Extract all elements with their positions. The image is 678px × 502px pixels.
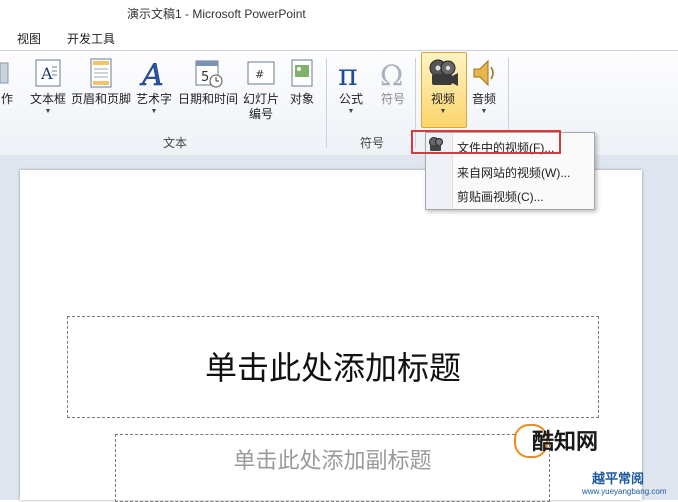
partial-icon — [0, 57, 10, 89]
date-time-icon: 5 — [192, 57, 224, 89]
ribbon-tabs: 视图 开发工具 — [0, 24, 678, 50]
partial-tool[interactable]: 作 — [0, 54, 14, 140]
video-icon — [427, 57, 459, 89]
object-icon — [286, 57, 318, 89]
textbox-label: 文本框 — [29, 92, 66, 106]
slide-number-icon: # — [245, 57, 277, 89]
svg-text:π: π — [338, 58, 358, 89]
chevron-down-icon: ▼ — [347, 108, 355, 115]
textbox-button[interactable]: A 文本框 ▼ — [28, 54, 68, 140]
date-time-button[interactable]: 5 日期和时间 — [177, 54, 239, 140]
svg-text:A: A — [40, 64, 53, 83]
menu-item-video-from-website[interactable]: 来自网站的视频(W)... — [457, 164, 570, 181]
title-placeholder-text: 单击此处添加标题 — [204, 349, 461, 387]
equation-icon: π — [335, 57, 367, 93]
video-label: 视频 — [430, 92, 455, 106]
symbol-icon: Ω — [377, 57, 409, 92]
subtitle-placeholder[interactable]: 单击此处添加副标题 — [115, 434, 550, 502]
wordart-label: 艺术字 — [135, 92, 172, 106]
svg-text:A: A — [139, 58, 164, 89]
group-label-text: 文本 — [163, 136, 188, 150]
equation-button[interactable]: π 公式 ▼ — [332, 54, 370, 140]
svg-text:Ω: Ω — [380, 59, 403, 89]
chevron-down-icon: ▼ — [150, 108, 158, 115]
wordart-button[interactable]: A 艺术字 ▼ — [134, 54, 174, 140]
annotation-highlight-box — [411, 130, 561, 154]
tab-developer[interactable]: 开发工具 — [67, 30, 115, 47]
chevron-down-icon: ▼ — [480, 108, 488, 115]
svg-text:5: 5 — [201, 70, 209, 85]
wordart-icon: A — [138, 57, 170, 94]
tab-view[interactable]: 视图 — [17, 30, 41, 47]
window-title: 演示文稿1 - Microsoft PowerPoint — [127, 7, 306, 21]
header-footer-button[interactable]: 页眉和页脚 — [70, 54, 132, 140]
watermark-logo: 酷知网 — [532, 429, 599, 454]
audio-icon — [468, 57, 500, 89]
symbol-label: 符号 — [380, 92, 405, 106]
chevron-down-icon: ▼ — [439, 108, 447, 115]
subtitle-placeholder-text: 单击此处添加副标题 — [233, 449, 432, 474]
group-separator — [326, 58, 327, 148]
video-button[interactable]: 视频 ▼ — [421, 54, 465, 140]
title-placeholder[interactable]: 单击此处添加标题 — [67, 316, 599, 418]
header-footer-label: 页眉和页脚 — [70, 92, 131, 106]
slide-number-label: 幻灯片 编号 — [242, 92, 279, 121]
watermark-text: 越平常阅 — [592, 471, 645, 486]
equation-label: 公式 — [338, 92, 363, 106]
audio-label: 音频 — [471, 92, 496, 106]
object-button[interactable]: 对象 — [284, 54, 320, 140]
svg-text:#: # — [255, 68, 264, 81]
title-bar: 演示文稿1 - Microsoft PowerPoint — [0, 0, 678, 24]
partial-label: 作 — [0, 92, 13, 106]
object-label: 对象 — [289, 92, 314, 106]
date-time-label: 日期和时间 — [177, 92, 238, 106]
chevron-down-icon: ▼ — [44, 108, 52, 115]
symbol-button[interactable]: Ω 符号 — [374, 54, 412, 140]
slide-number-button[interactable]: # 幻灯片 编号 — [239, 54, 283, 140]
textbox-icon: A — [32, 57, 64, 89]
header-footer-icon — [85, 57, 117, 89]
group-label-symbols: 符号 — [360, 136, 385, 150]
menu-item-clip-art-video[interactable]: 剪贴画视频(C)... — [457, 188, 544, 205]
audio-button[interactable]: 音频 ▼ — [467, 54, 501, 140]
watermark-url: www.yueyangbang.com — [582, 487, 667, 496]
